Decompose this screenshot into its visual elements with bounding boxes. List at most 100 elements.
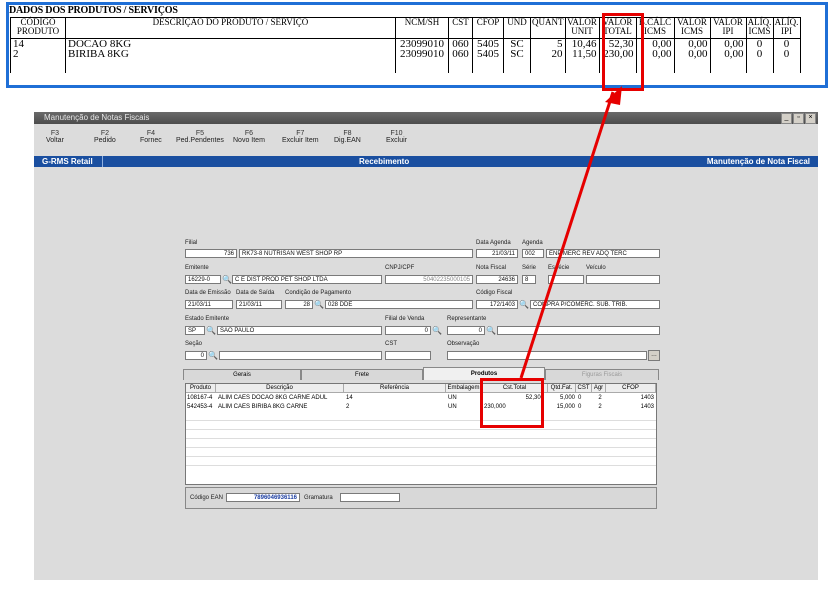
module-name: G-RMS Retail [42,157,93,166]
cell-cfop: 5405 5405 [472,38,504,73]
representante-field[interactable]: 0 [447,326,485,335]
filial-venda-label: Filial de Venda [385,316,425,322]
emitente-search-icon[interactable]: 🔍 [222,275,232,284]
invoice-products-panel: DADOS DOS PRODUTOS / SERVIÇOS CÓDIGO PRO… [6,2,828,88]
cond-pagamento-search-icon[interactable]: 🔍 [314,300,324,309]
invoice-section-title: DADOS DOS PRODUTOS / SERVIÇOS [9,5,178,16]
data-agenda-label: Data Agenda [476,240,511,246]
grid-col-qtd-fat[interactable]: Qtd.Fat. [548,384,576,393]
data-saida-label: Data de Saída [236,290,275,296]
fkey-label: Pedido [94,137,116,144]
fkey-label: Novo Item [233,137,265,144]
secao-field[interactable]: 0 [185,351,207,360]
close-icon[interactable]: × [805,113,816,124]
ean-field[interactable]: 7896046936116 [226,493,300,502]
gramatura-label: Gramatura [304,495,333,501]
gramatura-field[interactable] [340,493,400,502]
codigo-fiscal-field[interactable]: 172/1403 [476,300,518,309]
grid-col-cst[interactable]: CST [576,384,592,393]
agenda-label: Agenda [522,240,543,246]
filial-venda-search-icon[interactable]: 🔍 [432,326,442,335]
cell-valor-ipi: 0,00 0,00 [709,38,747,73]
estado-nome-field: SAO PAULO [217,326,382,335]
toolbar-novo-item-button[interactable]: F6 Novo Item [233,130,265,144]
tab-gerais[interactable]: Gerais [183,369,301,380]
col-descricao: DESCRIÇÃO DO PRODUTO / SERVIÇO [65,17,396,39]
ncm-2: 23099010 [400,48,444,60]
nota-fiscal-label: Nota Fiscal [476,265,507,271]
estado-uf-field[interactable]: SP [185,326,205,335]
toolbar-voltar-button[interactable]: F3 Voltar [46,130,64,144]
products-grid: Produto Descrição Referência Embalagem C… [185,383,657,485]
invoice-items-table: CÓDIGO PRODUTO DESCRIÇÃO DO PRODUTO / SE… [10,17,801,73]
col-aliq-icms: ALÍQ. ICMS [745,17,774,39]
representante-search-icon[interactable]: 🔍 [486,326,496,335]
grid-col-agr[interactable]: Agr [592,384,606,393]
module-screen: Manutenção de Nota Fiscal [706,157,810,166]
tab-figuras-fiscais[interactable]: Figuras Fiscais [545,369,659,380]
grid-cell-embalagem: UN [448,395,457,401]
invoice-header-row: CÓDIGO PRODUTO DESCRIÇÃO DO PRODUTO / SE… [10,17,801,39]
fkey-label: Voltar [46,137,64,144]
cond-pagamento-text-field: 028 DDE [325,300,473,309]
codigo-fiscal-search-icon[interactable]: 🔍 [519,300,529,309]
cst-field[interactable] [385,351,431,360]
grid-cell-descricao: ALIM CAES DOCAO 8KG CARNE ADUL [218,395,328,401]
cell-aliq-ipi: 00 [772,38,801,73]
representante-name-field [497,326,660,335]
veiculo-field[interactable] [586,275,660,284]
grid-cell-agr: 2 [598,395,602,401]
cond-pagamento-code-field[interactable]: 28 [285,300,313,309]
serie-field[interactable]: 8 [522,275,536,284]
grid-cell-descricao: ALIM CAES BIRIBA 8KG CARNE [218,404,308,410]
col-valor-icms: VALOR ICMS [673,17,711,39]
grid-cell-qtd-fat: 5,000 [559,395,575,401]
toolbar-excluir-item-button[interactable]: F7 Excluir Item [282,130,319,144]
grid-col-referencia[interactable]: Referência [344,384,446,393]
data-emissao-label: Data de Emissão [185,290,231,296]
cnpj-label: CNPJ/CPF [385,265,415,271]
emitente-code-field[interactable]: 16229-0 [185,275,221,284]
fkey: F2 [100,130,109,137]
data-saida-field[interactable]: 21/03/11 [236,300,282,309]
grid-cell-referencia: 14 [346,395,353,401]
grid-cell-produto: 108167-4 [187,395,213,401]
tab-frete[interactable]: Frete [301,369,423,380]
toolbar-pedido-button[interactable]: F2 Pedido [94,130,116,144]
highlight-valor-total [602,13,644,91]
grid-col-descricao[interactable]: Descrição [216,384,344,393]
cst-2: 060 [452,48,469,60]
toolbar-excluir-button[interactable]: F10 Excluir [386,130,407,144]
data-emissao-field[interactable]: 21/03/11 [185,300,233,309]
especie-label: Espécie [548,265,570,271]
veiculo-label: Veículo [586,265,606,271]
filial-number-field[interactable]: 736 [185,249,237,258]
nota-fiscal-field[interactable]: 24636 [476,275,518,284]
secao-search-icon[interactable]: 🔍 [208,351,218,360]
observacao-field[interactable] [447,351,647,360]
observacao-more-button[interactable]: … [648,350,660,361]
cell-codigo: 14 2 [10,38,66,73]
data-agenda-field[interactable]: 21/03/11 [476,249,518,258]
estado-search-icon[interactable]: 🔍 [206,326,216,335]
toolbar-ped-pendentes-button[interactable]: F5 Ped.Pendentes [176,130,224,144]
emitente-name-field: C E DIST PROD PET SHOP LTDA [232,275,382,284]
fkey-label: Excluir Item [282,137,319,144]
grid-col-embalagem[interactable]: Embalagem [446,384,482,393]
descricao-2: BIRIBA 8KG [68,48,129,60]
toolbar-fornec-button[interactable]: F4 Fornec [140,130,162,144]
agenda-number-field[interactable]: 002 [522,249,544,258]
minimize-icon[interactable]: _ [781,113,792,124]
especie-field[interactable] [548,275,584,284]
filial-name-field: RK73-8 NUTRISAN WEST SHOP RP [239,249,473,258]
filial-venda-field[interactable]: 0 [385,326,431,335]
function-toolbar: F3 Voltar F2 Pedido F4 Fornec F5 Ped.Pendent… [34,124,818,156]
toolbar-dig-ean-button[interactable]: F8 Dig.EAN [334,130,361,144]
agenda-text-field: ENP MERC REV ADQ TERC [546,249,660,258]
restore-icon[interactable]: ▫ [793,113,804,124]
fkey-label: Ped.Pendentes [176,137,224,144]
fkey: F3 [50,130,60,137]
grid-col-produto[interactable]: Produto [186,384,216,393]
grid-col-cfop[interactable]: CFOP [606,384,656,393]
observacao-label: Observação [447,341,480,347]
